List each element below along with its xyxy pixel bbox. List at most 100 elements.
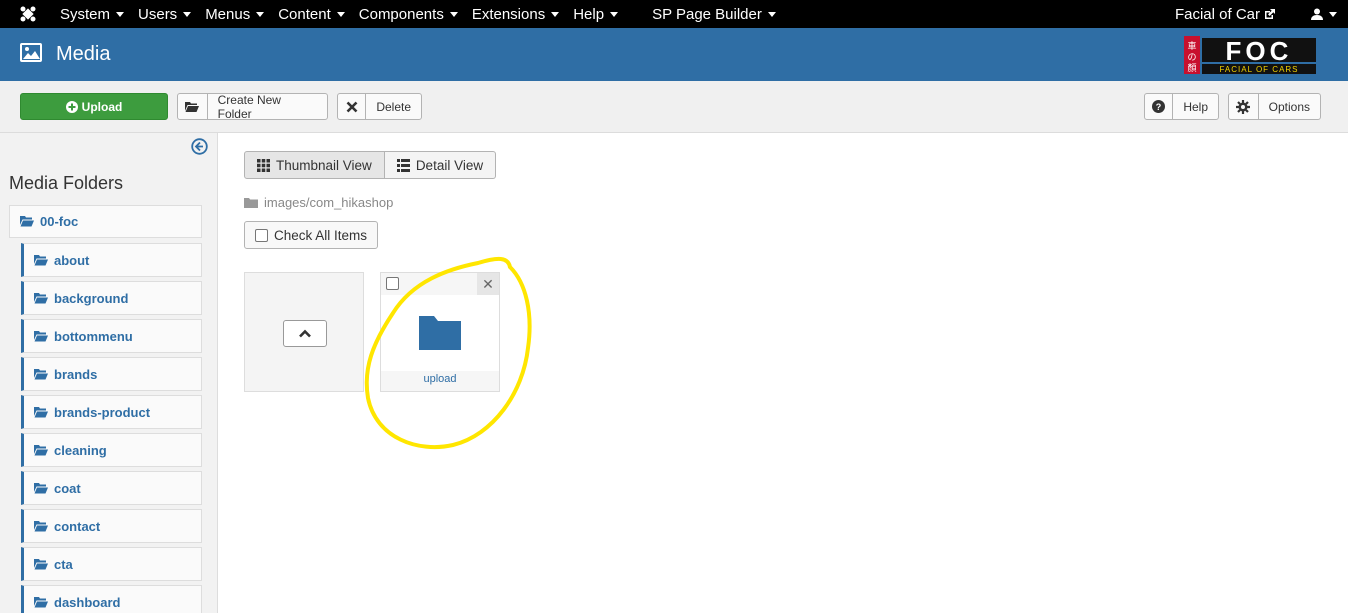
check-all-label: Check All Items [274, 227, 368, 243]
folder-item-background[interactable]: background [21, 281, 202, 315]
folder-label: about [54, 252, 90, 268]
folder-label: 00-foc [40, 214, 79, 229]
folder-item-bottommenu[interactable]: bottommenu [21, 319, 202, 353]
user-icon [1311, 8, 1323, 20]
upload-button[interactable]: Upload [20, 93, 168, 120]
folder-icon [419, 316, 461, 350]
folder-root-00-foc[interactable]: 00-foc [9, 205, 202, 238]
folder-item-brands-product[interactable]: brands-product [21, 395, 202, 429]
options-label: Options [1268, 99, 1310, 114]
caret-down-icon [256, 11, 265, 17]
folder-tile-name[interactable]: upload [381, 373, 499, 385]
menu-sp-page-builder[interactable]: SP Page Builder [648, 0, 786, 28]
caret-down-icon [336, 11, 345, 17]
menu-label: Menus [205, 5, 251, 23]
folder-label: bottommenu [54, 328, 133, 344]
detail-view-button[interactable]: Detail View [384, 151, 497, 179]
image-icon [20, 43, 42, 62]
folder-label: cleaning [54, 442, 107, 458]
folder-open-icon [34, 558, 48, 569]
thumbnail-view-label: Thumbnail View [276, 157, 372, 173]
folder-open-icon [34, 482, 48, 493]
delete-button[interactable]: Delete [337, 93, 422, 120]
caret-down-icon [116, 11, 125, 17]
menu-users[interactable]: Users [134, 0, 201, 28]
item-checkbox[interactable] [386, 277, 399, 290]
folder-open-icon [34, 406, 48, 417]
menu-components[interactable]: Components [355, 0, 468, 28]
folder-item-cleaning[interactable]: cleaning [21, 433, 202, 467]
svg-text:?: ? [1156, 102, 1162, 112]
navbar-right: Facial of Car [1175, 0, 1348, 28]
folder-tile-upload[interactable]: ✕ upload [380, 272, 500, 392]
folder-open-icon [34, 368, 48, 379]
check-all-checkbox[interactable] [255, 228, 268, 242]
delete-label: Delete [376, 99, 411, 114]
detail-view-label: Detail View [415, 157, 484, 173]
folder-item-coat[interactable]: coat [21, 471, 202, 505]
folder-item-brands[interactable]: brands [21, 357, 202, 391]
menu-system[interactable]: System [56, 0, 134, 28]
sidebar-heading: Media Folders [9, 173, 124, 193]
admin-menu: System Users Menus Content Components Ex… [56, 0, 786, 28]
folder-icon [244, 198, 258, 208]
user-menu[interactable] [1300, 8, 1348, 20]
caret-down-icon [449, 11, 458, 17]
toolbar: Upload Create New Folder Delete ? Help O… [0, 81, 1348, 133]
grid-icon [257, 158, 270, 172]
top-navbar: System Users Menus Content Components Ex… [0, 0, 1348, 28]
chevron-up-icon [299, 329, 311, 338]
joomla-logo-icon[interactable] [0, 0, 56, 28]
svg-text:の: の [1187, 53, 1196, 63]
parent-folder-tile[interactable] [244, 272, 364, 392]
folder-open-icon [178, 94, 208, 119]
collapse-sidebar-icon[interactable] [191, 138, 208, 155]
svg-text:車: 車 [1187, 40, 1196, 52]
thumbnail-view-button[interactable]: Thumbnail View [244, 151, 385, 179]
check-all-items-button[interactable]: Check All Items [244, 221, 378, 249]
menu-help[interactable]: Help [569, 0, 628, 28]
folder-item-contact[interactable]: contact [21, 509, 202, 543]
menu-menus[interactable]: Menus [201, 0, 274, 28]
folder-open-icon [34, 520, 48, 531]
tile-topbar: ✕ [381, 273, 499, 295]
menu-extensions[interactable]: Extensions [468, 0, 569, 28]
delete-item-icon[interactable]: ✕ [477, 273, 499, 295]
caret-down-icon [767, 11, 776, 17]
media-main-area: Thumbnail View Detail View images/com_hi… [218, 133, 1348, 613]
menu-label: Content [278, 5, 331, 23]
current-path: images/com_hikashop [264, 195, 394, 210]
folder-open-icon [34, 444, 48, 455]
folder-thumbnail[interactable] [381, 295, 499, 371]
menu-label: System [60, 5, 111, 23]
folder-label: contact [54, 518, 101, 534]
folder-open-icon [34, 292, 48, 303]
menu-label: SP Page Builder [652, 5, 762, 23]
view-toggle: Thumbnail View Detail View [244, 151, 497, 179]
list-icon [396, 158, 410, 172]
menu-label: Extensions [471, 5, 546, 23]
folder-label: cta [54, 556, 73, 572]
caret-down-icon [610, 11, 619, 17]
menu-content[interactable]: Content [274, 0, 355, 28]
page-header: Media 車 の 顏 FOC FACIAL OF CARS [0, 28, 1348, 81]
go-up-button[interactable] [283, 320, 327, 347]
breadcrumb: images/com_hikashop [244, 195, 393, 210]
site-link-label: Facial of Car [1174, 5, 1260, 23]
folder-label: brands [54, 366, 98, 382]
close-icon [338, 94, 367, 119]
site-link[interactable]: Facial of Car [1175, 6, 1300, 23]
caret-down-icon [1329, 11, 1337, 17]
create-folder-label: Create New Folder [217, 92, 281, 121]
folder-item-dashboard[interactable]: dashboard [21, 585, 202, 613]
options-button[interactable]: Options [1228, 93, 1321, 120]
folder-item-cta[interactable]: cta [21, 547, 202, 581]
help-button[interactable]: ? Help [1144, 93, 1219, 120]
folder-open-icon [34, 254, 48, 265]
folder-open-icon [20, 216, 34, 227]
media-folders-sidebar: Media Folders 00-foc about background bo… [0, 133, 218, 613]
external-link-icon [1265, 9, 1275, 19]
page-title: Media [56, 43, 111, 65]
create-new-folder-button[interactable]: Create New Folder [177, 92, 328, 121]
folder-item-about[interactable]: about [21, 243, 202, 277]
